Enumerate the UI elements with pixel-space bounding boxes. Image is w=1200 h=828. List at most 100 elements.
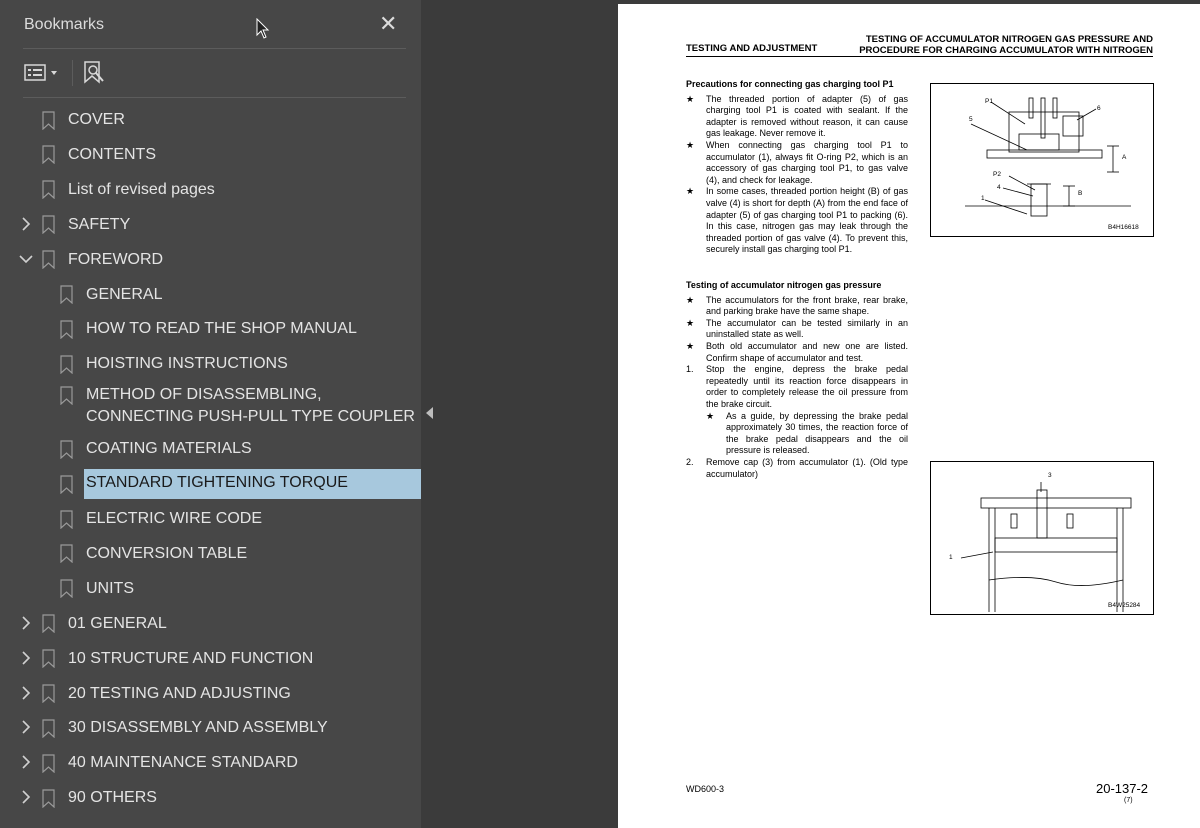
testing-section: Testing of accumulator nitrogen gas pres… <box>686 280 908 480</box>
list-text: Stop the engine, depress the brake pedal… <box>706 364 908 409</box>
list-text: In some cases, threaded portion height (… <box>706 186 908 255</box>
section-heading: Precautions for connecting gas charging … <box>686 79 894 89</box>
bookmark-item[interactable]: 30 DISASSEMBLY AND ASSEMBLY <box>22 713 328 743</box>
chevron-right-icon[interactable] <box>18 789 34 805</box>
bookmark-item[interactable]: 90 OTHERS <box>22 783 157 813</box>
footer-revision: (7) <box>1124 797 1133 804</box>
bookmark-item[interactable]: SAFETY <box>22 210 130 240</box>
page-header-right: TESTING OF ACCUMULATOR NITROGEN GAS PRES… <box>848 34 1153 56</box>
list-item: ★ The accumulators for the front brake, r… <box>686 295 908 318</box>
collapse-panel-arrow-icon[interactable] <box>426 407 433 419</box>
bookmark-icon <box>42 754 55 773</box>
bookmark-label: UNITS <box>86 579 134 597</box>
bookmark-item[interactable]: CONVERSION TABLE <box>60 539 247 569</box>
list-text: Remove cap (3) from accumulator (1). (Ol… <box>706 456 908 479</box>
list-item: ★ Both old accumulator and new one are li… <box>686 341 908 364</box>
list-marker: 1. <box>686 364 694 375</box>
list-item: ★ In some cases, threaded portion height … <box>686 186 908 256</box>
bookmarks-panel: Bookmarks ✕ COVER CONTENTS List of revised… <box>0 0 435 828</box>
bookmark-icon <box>42 614 55 634</box>
bookmark-icon <box>42 110 55 130</box>
bookmark-label: 01 GENERAL <box>68 614 167 632</box>
bookmark-icon <box>42 789 55 808</box>
bookmark-label: HOISTING INSTRUCTIONS <box>86 355 288 373</box>
bookmark-label: List of revised pages <box>68 180 215 198</box>
list-item: ★ When connecting gas charging tool P1 to… <box>686 140 908 186</box>
chevron-right-icon[interactable] <box>18 650 34 666</box>
figure-label: A <box>1122 154 1127 161</box>
bookmark-icon <box>60 355 73 374</box>
figure-label: 3 <box>1048 472 1052 479</box>
bookmark-item[interactable]: ELECTRIC WIRE CODE <box>60 504 262 534</box>
bookmark-item[interactable]: HOW TO READ THE SHOP MANUAL <box>60 314 357 344</box>
chevron-right-icon[interactable] <box>18 216 34 232</box>
bookmark-icon <box>42 719 55 738</box>
bookmark-icon <box>60 440 73 459</box>
footer-model: WD600-3 <box>686 784 725 794</box>
bookmark-item[interactable]: List of revised pages <box>42 175 215 205</box>
figure-code: B4H16618 <box>1108 224 1139 231</box>
panel-title: Bookmarks <box>24 16 105 33</box>
bookmark-item[interactable]: UNITS <box>60 574 134 604</box>
list-item: ★ The accumulator can be tested similarly… <box>686 318 908 341</box>
bookmark-item[interactable]: HOISTING INSTRUCTIONS <box>60 349 288 379</box>
bookmark-label: 30 DISASSEMBLY AND ASSEMBLY <box>68 719 328 737</box>
bookmark-item[interactable]: 20 TESTING AND ADJUSTING <box>22 679 291 709</box>
bookmark-icon <box>60 386 73 406</box>
bookmark-icon <box>60 579 73 599</box>
list-text: The threaded portion of adapter (5) of g… <box>706 93 908 139</box>
chevron-right-icon[interactable] <box>18 615 34 631</box>
bookmark-item[interactable]: 40 MAINTENANCE STANDARD <box>22 748 298 778</box>
list-marker: ★ <box>686 317 695 328</box>
list-marker: ★ <box>686 294 695 305</box>
section-heading: Testing of accumulator nitrogen gas pres… <box>686 280 882 290</box>
bookmark-icon <box>60 544 73 564</box>
bookmark-icon <box>42 649 55 669</box>
bookmark-label: HOW TO READ THE SHOP MANUAL <box>86 320 357 338</box>
figure-label: 4 <box>997 184 1001 191</box>
chevron-right-icon[interactable] <box>18 719 34 735</box>
bookmark-label: FOREWORD <box>68 250 164 268</box>
list-marker: 2. <box>686 456 694 467</box>
toolbar-divider <box>72 60 73 86</box>
bookmark-item[interactable]: 10 STRUCTURE AND FUNCTION <box>22 644 313 674</box>
bookmark-label: CONVERSION TABLE <box>86 544 248 562</box>
list-item: 1. Stop the engine, depress the brake ped… <box>686 364 908 410</box>
chevron-right-icon[interactable] <box>18 754 34 770</box>
chevron-down-icon[interactable] <box>18 251 34 267</box>
find-bookmark-icon[interactable] <box>82 60 106 86</box>
page-header-right-line2: PROCEDURE FOR CHARGING ACCUMULATOR WITH … <box>859 45 1153 56</box>
bookmark-icon <box>42 215 55 235</box>
figure-label: 1 <box>981 195 985 202</box>
bookmark-label: METHOD OF DISASSEMBLING, CONNECTING PUSH… <box>86 386 415 426</box>
figure-accumulator-cap: 3 1 B4W25284 <box>930 461 1154 615</box>
chevron-right-icon[interactable] <box>18 685 34 701</box>
figure-label: B <box>1078 190 1083 197</box>
footer-page-number: 20-137-2 <box>1096 781 1149 796</box>
list-text: Both old accumulator and new one are lis… <box>706 340 908 363</box>
list-marker: ★ <box>706 410 715 421</box>
header-rule <box>686 56 1153 57</box>
bookmark-item[interactable]: STANDARD TIGHTENING TORQUE <box>60 469 435 500</box>
document-page: TESTING AND ADJUSTMENT TESTING OF ACCUMU… <box>618 4 1200 828</box>
bookmark-item[interactable]: FOREWORD <box>19 245 164 275</box>
figure-drawing <box>960 482 1132 612</box>
divider <box>23 48 406 49</box>
bookmark-label: 90 OTHERS <box>68 789 157 807</box>
bookmark-label: STANDARD TIGHTENING TORQUE <box>84 469 435 500</box>
bookmark-item[interactable]: COVER <box>42 105 125 135</box>
list-options-icon[interactable] <box>24 60 62 86</box>
figure-drawing <box>965 97 1131 217</box>
bookmark-item[interactable]: METHOD OF DISASSEMBLING, CONNECTING PUSH… <box>60 384 416 430</box>
testing-steps-list: ★ The accumulators for the front brake, r… <box>686 295 908 481</box>
bookmark-item[interactable]: COATING MATERIALS <box>60 434 252 464</box>
bookmark-item[interactable]: CONTENTS <box>42 140 156 170</box>
precautions-list: ★ The threaded portion of adapter (5) of … <box>686 94 908 256</box>
bookmark-item[interactable]: 01 GENERAL <box>22 609 167 639</box>
list-text: As a guide, by depressing the brake peda… <box>726 410 908 456</box>
bookmark-item[interactable]: GENERAL <box>60 280 162 310</box>
close-icon[interactable]: ✕ <box>379 11 397 37</box>
figure-label: 1 <box>949 554 953 561</box>
precautions-section: Precautions for connecting gas charging … <box>686 79 908 256</box>
mouse-cursor-icon <box>256 18 270 39</box>
